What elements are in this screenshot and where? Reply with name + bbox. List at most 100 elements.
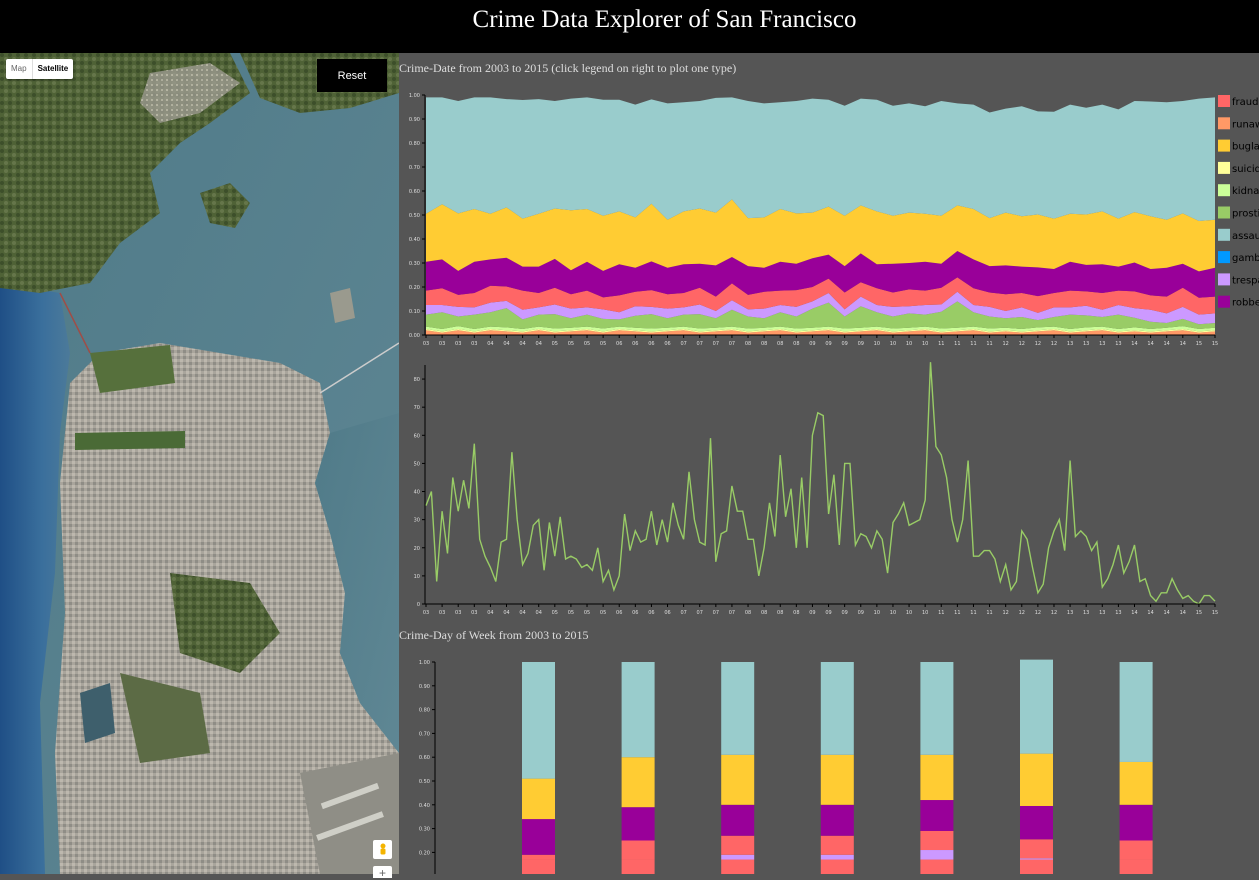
x-tick-label: 09 bbox=[809, 341, 815, 347]
legend-item-burglary[interactable]: buglar bbox=[1218, 139, 1259, 153]
x-tick-label: 05 bbox=[584, 610, 590, 616]
crime-type-legend[interactable]: fraud runaw buglar suicide kidnap prosti assau… bbox=[1218, 95, 1259, 309]
x-tick-label: 14 bbox=[1131, 610, 1137, 616]
x-tick-label: 07 bbox=[729, 341, 735, 347]
bar-segment-burglary bbox=[621, 757, 655, 808]
x-tick-label: 06 bbox=[664, 341, 670, 347]
x-tick-label: 06 bbox=[664, 610, 670, 616]
legend-item-suicide[interactable]: suicide bbox=[1218, 161, 1259, 175]
x-tick-label: 11 bbox=[938, 341, 944, 347]
satellite-map[interactable] bbox=[0, 53, 399, 874]
legend-swatch bbox=[1218, 251, 1230, 264]
x-tick-label: 11 bbox=[938, 610, 944, 616]
reset-button[interactable]: Reset bbox=[317, 59, 387, 92]
x-tick-label: 05 bbox=[568, 341, 574, 347]
x-tick-label: 07 bbox=[680, 610, 686, 616]
legend-item-robbery[interactable]: robber bbox=[1218, 295, 1259, 309]
x-tick-label: 03 bbox=[455, 341, 461, 347]
legend-swatch bbox=[1218, 273, 1230, 286]
x-tick-label: 09 bbox=[841, 610, 847, 616]
x-tick-label: 04 bbox=[487, 610, 493, 616]
x-tick-label: 07 bbox=[713, 610, 719, 616]
y-tick-label: 0.60 bbox=[409, 189, 420, 195]
dow-bar bbox=[721, 662, 755, 874]
y-tick-label: 60 bbox=[414, 433, 420, 439]
bar-segment-assault bbox=[621, 662, 655, 758]
y-tick-label: 0.50 bbox=[409, 213, 420, 219]
x-tick-label: 10 bbox=[906, 610, 912, 616]
x-tick-label: 12 bbox=[1051, 610, 1057, 616]
x-tick-label: 11 bbox=[954, 341, 960, 347]
bar-segment-burglary bbox=[820, 754, 854, 805]
x-tick-label: 14 bbox=[1147, 341, 1153, 347]
legend-label: buglar bbox=[1232, 142, 1259, 153]
title-bar: Crime Data Explorer of San Francisco bbox=[0, 0, 1259, 53]
x-tick-label: 13 bbox=[1115, 610, 1121, 616]
x-tick-label: 09 bbox=[858, 610, 864, 616]
bar-segment-base bbox=[1119, 859, 1153, 874]
x-tick-label: 12 bbox=[1035, 610, 1041, 616]
x-tick-label: 13 bbox=[1067, 341, 1073, 347]
bar-segment-burglary bbox=[522, 778, 555, 820]
legend-item-assault[interactable]: assaul bbox=[1218, 228, 1259, 242]
x-tick-label: 10 bbox=[922, 610, 928, 616]
x-tick-label: 09 bbox=[809, 610, 815, 616]
x-tick-label: 08 bbox=[793, 610, 799, 616]
x-tick-label: 07 bbox=[680, 341, 686, 347]
legend-item-gambling[interactable]: gambl bbox=[1218, 251, 1259, 264]
y-tick-label: 0.90 bbox=[419, 684, 430, 690]
x-tick-label: 09 bbox=[841, 341, 847, 347]
legend-item-trespass[interactable]: trespa bbox=[1218, 273, 1259, 286]
dow-bar bbox=[621, 662, 655, 874]
map-type-satellite-button[interactable]: Satellite bbox=[33, 59, 74, 79]
bar-segment-assault bbox=[721, 662, 755, 755]
x-tick-label: 08 bbox=[793, 341, 799, 347]
legend-swatch bbox=[1218, 228, 1230, 241]
legend-item-runaway[interactable]: runaw bbox=[1218, 117, 1259, 130]
legend-label: suicide bbox=[1232, 164, 1259, 175]
bar-segment-robbery bbox=[621, 807, 655, 841]
x-tick-label: 05 bbox=[600, 610, 606, 616]
x-tick-label: 14 bbox=[1164, 610, 1170, 616]
x-tick-label: 05 bbox=[584, 341, 590, 347]
bar-segment-base bbox=[621, 859, 655, 874]
legend-swatch bbox=[1218, 95, 1230, 107]
y-tick-label: 0.80 bbox=[419, 708, 430, 714]
legend-item-fraud[interactable]: fraud bbox=[1218, 95, 1258, 108]
x-tick-label: 10 bbox=[906, 341, 912, 347]
y-tick-label: 10 bbox=[414, 574, 420, 580]
zoom-in-button[interactable]: + bbox=[373, 866, 392, 880]
x-tick-label: 07 bbox=[697, 341, 703, 347]
legend-label: trespa bbox=[1232, 275, 1259, 286]
y-tick-label: 20 bbox=[414, 546, 420, 552]
map-type-map-button[interactable]: Map bbox=[6, 59, 33, 79]
x-tick-label: 07 bbox=[697, 610, 703, 616]
dow-bar bbox=[522, 662, 555, 874]
x-tick-label: 03 bbox=[455, 610, 461, 616]
x-tick-label: 11 bbox=[970, 341, 976, 347]
bar-segment-robbery bbox=[820, 804, 854, 836]
bar-segment-trespass bbox=[920, 850, 954, 860]
x-tick-label: 06 bbox=[648, 610, 654, 616]
x-tick-label: 06 bbox=[616, 610, 622, 616]
legend-label: gambl bbox=[1232, 253, 1259, 264]
x-tick-label: 08 bbox=[777, 341, 783, 347]
y-tick-label: 0.30 bbox=[419, 827, 430, 833]
y-tick-label: 0.30 bbox=[409, 261, 420, 267]
x-tick-label: 12 bbox=[1019, 610, 1025, 616]
y-tick-label: 0.20 bbox=[409, 285, 420, 291]
line-chart: 0 10 20 30 40 50 60 70 80 03 03 03 03 04 04 04 04 05 05 05 0… bbox=[414, 362, 1218, 616]
street-view-pegman-icon[interactable] bbox=[373, 840, 392, 859]
legend-swatch bbox=[1218, 206, 1230, 219]
y-tick-label: 0.50 bbox=[419, 779, 430, 785]
y-tick-label: 50 bbox=[414, 461, 420, 467]
legend-label: assaul bbox=[1232, 231, 1259, 242]
x-tick-label: 11 bbox=[954, 610, 960, 616]
page-title: Crime Data Explorer of San Francisco bbox=[472, 6, 857, 33]
map-imagery bbox=[0, 53, 399, 874]
legend-item-kidnapping[interactable]: kidnap bbox=[1218, 184, 1259, 197]
bar-segment-burglary bbox=[1119, 761, 1153, 805]
y-tick-label: 80 bbox=[414, 377, 420, 383]
legend-item-prostitution[interactable]: prosti bbox=[1218, 206, 1259, 220]
x-tick-label: 07 bbox=[713, 341, 719, 347]
